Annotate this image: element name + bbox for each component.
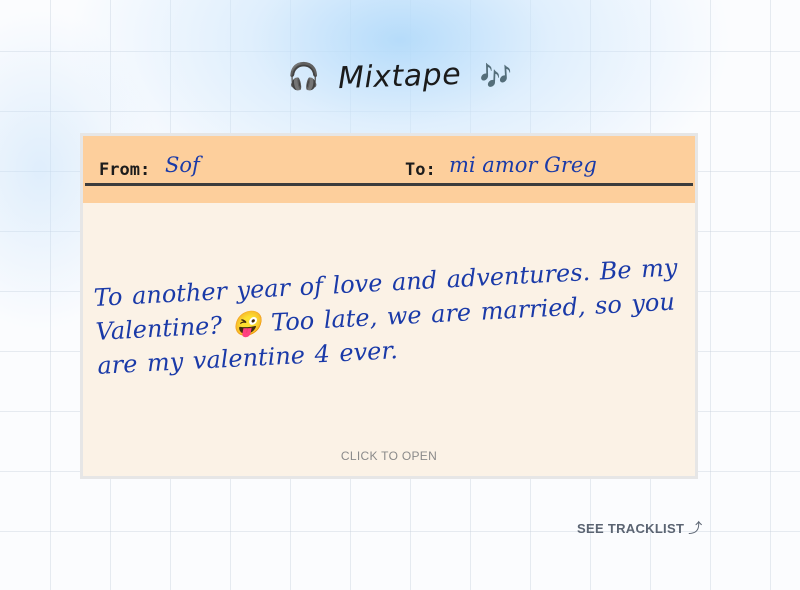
mixtape-title: Mixtape — [337, 56, 463, 96]
card-message: To another year of love and adventures. … — [93, 253, 679, 380]
see-tracklist-link[interactable]: SEE TRACKLIST ⤴ — [577, 518, 703, 538]
music-notes-icon: 🎶 — [479, 61, 513, 92]
page-title: 🎧 Mixtape 🎶 — [0, 52, 800, 101]
to-value: mi amor Greg — [449, 153, 597, 177]
header-divider — [85, 183, 693, 186]
click-to-open-hint[interactable]: CLICK TO OPEN — [83, 449, 695, 463]
from-label: From: — [99, 160, 151, 180]
mixtape-card[interactable]: From: Sof To: mi amor Greg To another ye… — [80, 133, 698, 479]
card-header: From: Sof To: mi amor Greg — [83, 136, 695, 203]
to-label: To: — [405, 160, 436, 180]
see-tracklist-label: SEE TRACKLIST — [577, 521, 685, 536]
arrow-up-right-icon: ⤴ — [688, 520, 703, 536]
from-value: Sof — [165, 153, 200, 177]
headphones-icon: 🎧 — [287, 61, 321, 92]
